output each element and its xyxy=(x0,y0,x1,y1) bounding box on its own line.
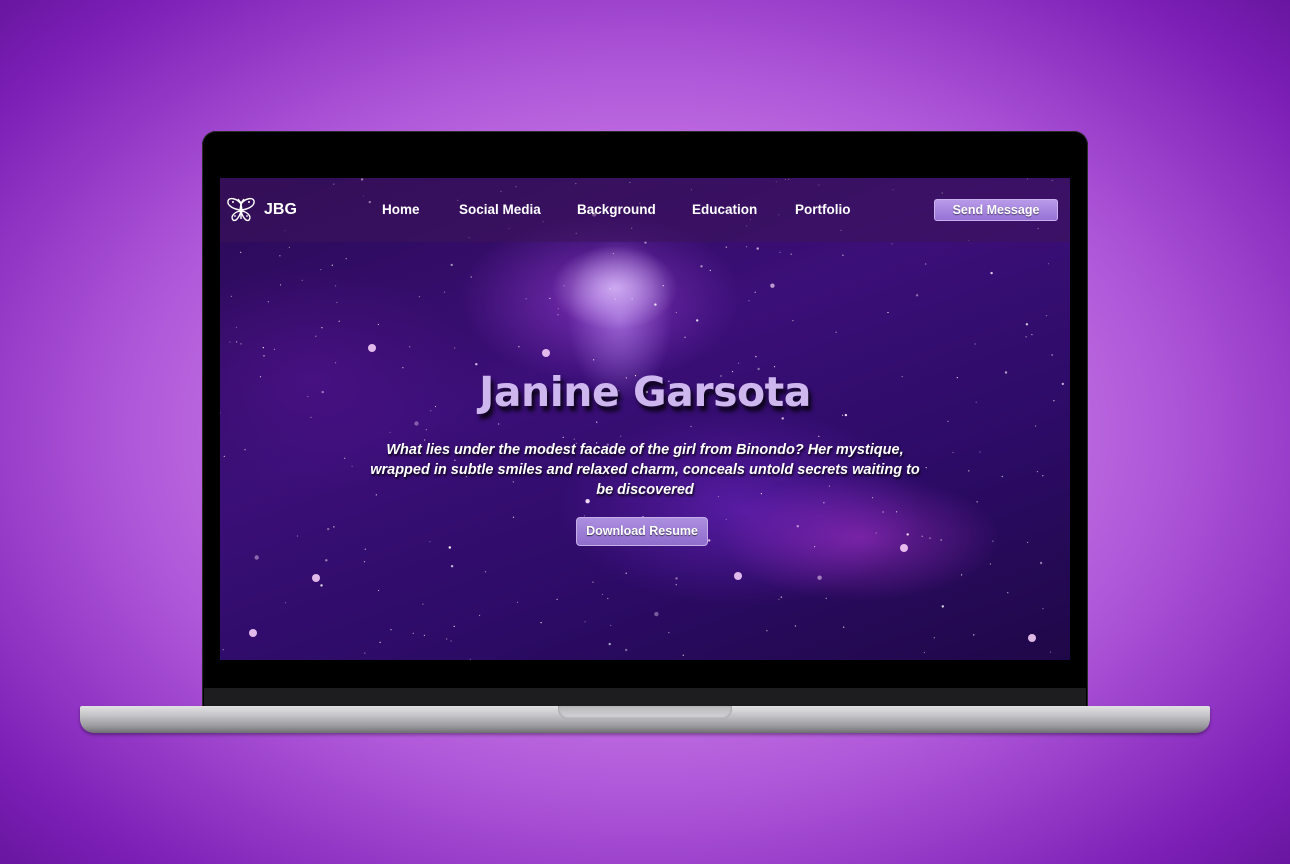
nav-link-education[interactable]: Education xyxy=(692,202,757,217)
nav-link-portfolio[interactable]: Portfolio xyxy=(795,202,851,217)
brand-name: JBG xyxy=(264,201,297,218)
laptop-mockup: JBG Home Social Media Background Educati… xyxy=(0,0,1290,864)
download-resume-button[interactable]: Download Resume xyxy=(576,517,708,546)
laptop-chin xyxy=(204,688,1086,707)
butterfly-icon xyxy=(227,197,255,222)
website-screen: JBG Home Social Media Background Educati… xyxy=(220,178,1070,660)
hero-title: Janine Garsota xyxy=(479,368,811,416)
brand[interactable]: JBG xyxy=(226,196,297,224)
starfield-background xyxy=(220,178,1064,660)
laptop-notch xyxy=(558,706,732,719)
navbar: JBG Home Social Media Background Educati… xyxy=(220,178,1070,242)
nav-link-home[interactable]: Home xyxy=(382,202,420,217)
send-message-button[interactable]: Send Message xyxy=(934,199,1058,221)
nav-link-social-media[interactable]: Social Media xyxy=(459,202,541,217)
nav-link-background[interactable]: Background xyxy=(577,202,656,217)
hero-description: What lies under the modest facade of the… xyxy=(370,442,920,498)
